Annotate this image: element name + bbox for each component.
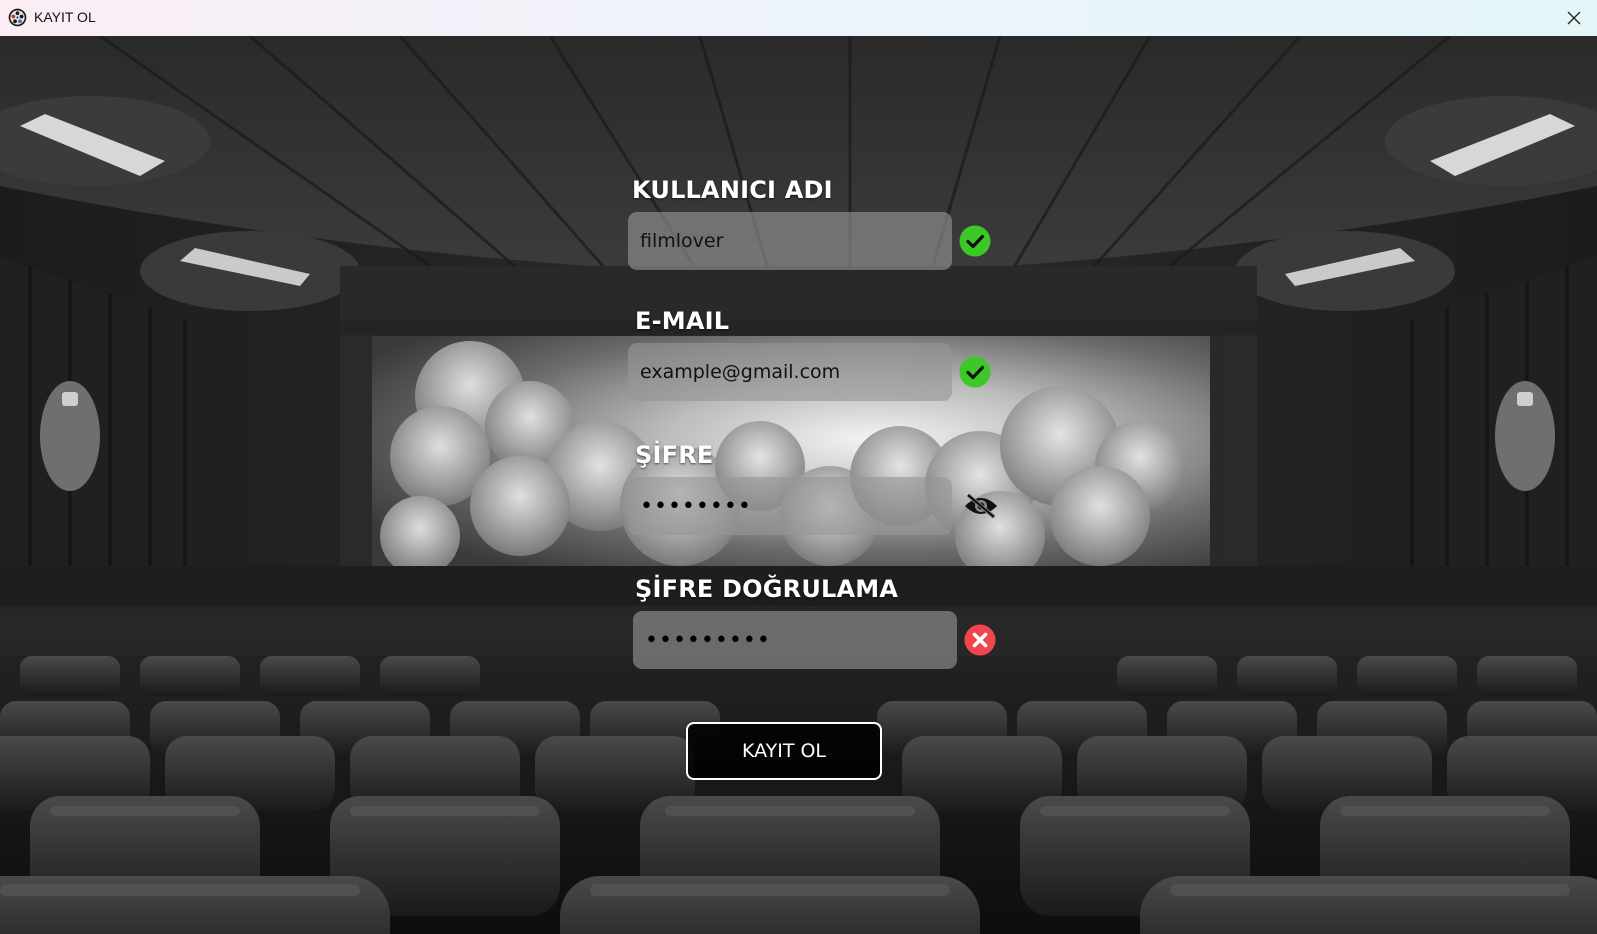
username-input[interactable] xyxy=(628,212,952,270)
username-label: KULLANICI ADI xyxy=(632,176,833,204)
password-confirm-label: ŞİFRE DOĞRULAMA xyxy=(635,575,899,603)
app-film-reel-icon xyxy=(8,8,27,27)
password-confirm-input[interactable] xyxy=(633,611,957,669)
check-circle-icon xyxy=(959,356,991,388)
eye-slash-icon[interactable] xyxy=(963,493,999,519)
register-button[interactable]: KAYIT OL xyxy=(686,722,882,780)
title-bar: KAYIT OL xyxy=(0,0,1597,36)
window-title: KAYIT OL xyxy=(34,9,96,25)
close-icon xyxy=(1567,11,1581,25)
register-window: KAYIT OL KULLANICI ADI filmlover E-MAIL … xyxy=(0,0,1597,934)
password-input[interactable] xyxy=(628,477,952,535)
email-input[interactable] xyxy=(628,343,952,401)
email-label: E-MAIL xyxy=(635,307,730,335)
close-button[interactable] xyxy=(1551,0,1597,36)
password-label: ŞİFRE xyxy=(635,441,714,469)
check-circle-icon xyxy=(959,225,991,257)
x-circle-icon xyxy=(964,624,996,656)
